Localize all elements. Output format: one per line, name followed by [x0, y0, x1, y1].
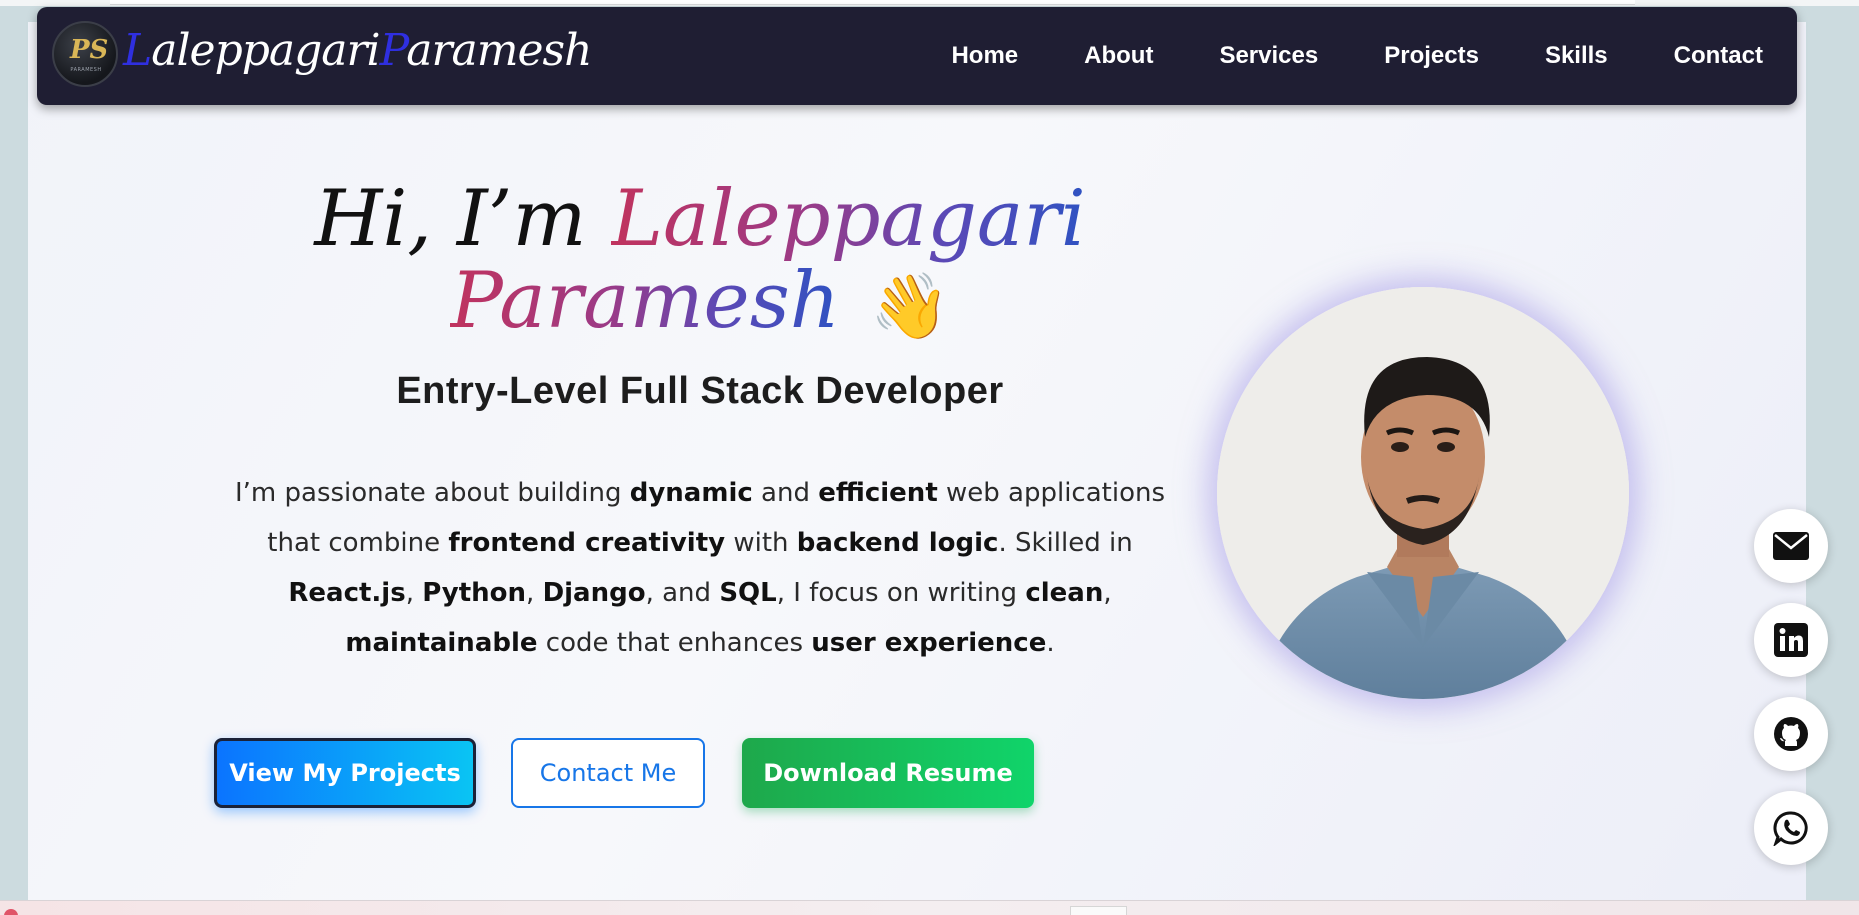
contact-me-button[interactable]: Contact Me — [511, 738, 705, 808]
linkedin-icon — [1774, 623, 1808, 657]
wave-emoji-icon: 👋 — [869, 269, 950, 344]
bio-highlight: clean — [1025, 578, 1104, 608]
brand-name[interactable]: LaleppagariParamesh — [123, 25, 593, 76]
nav-contact[interactable]: Contact — [1674, 42, 1763, 70]
bio-highlight: Django — [542, 578, 646, 608]
profile-photo — [1217, 287, 1629, 699]
hero-role: Entry-Level Full Stack Developer — [396, 370, 1004, 412]
bio-text: code that enhances — [537, 628, 812, 658]
nav-about[interactable]: About — [1084, 42, 1153, 70]
hero-name-first: Laleppagari — [611, 174, 1086, 264]
profile-portrait — [1217, 287, 1629, 699]
email-icon — [1773, 532, 1809, 560]
whatsapp-button[interactable] — [1754, 791, 1828, 865]
hero-greeting: Hi, I’m — [314, 174, 587, 264]
bio-highlight: SQL — [719, 578, 777, 608]
bio-text: , — [405, 578, 423, 608]
bio-highlight: React.js — [288, 578, 406, 608]
brand-first-name: Laleppagari — [123, 25, 381, 76]
nav-projects[interactable]: Projects — [1384, 42, 1479, 70]
bio-highlight: Python — [422, 578, 527, 608]
navbar: PS PARAMESH LaleppagariParamesh Home Abo… — [37, 7, 1797, 105]
bio-text: , and — [645, 578, 720, 608]
logo-monogram: PS — [70, 35, 109, 65]
nav-skills[interactable]: Skills — [1545, 42, 1608, 70]
bio-highlight: efficient — [818, 478, 938, 508]
browser-top-strip — [0, 0, 1859, 6]
whatsapp-icon — [1773, 811, 1808, 846]
download-resume-button[interactable]: Download Resume — [742, 738, 1034, 808]
bio-text: . Skilled in — [998, 528, 1133, 558]
bio-highlight: dynamic — [629, 478, 753, 508]
bio-text: I’m passionate about building — [234, 478, 630, 508]
bio-text: , — [1103, 578, 1112, 608]
hero-bio: I’m passionate about building dynamic an… — [205, 468, 1195, 668]
bio-highlight: maintainable — [345, 628, 538, 658]
bio-text: with — [725, 528, 797, 558]
bio-highlight: backend logic — [796, 528, 999, 558]
browser-bottom-strip — [0, 900, 1859, 915]
github-icon — [1774, 717, 1808, 751]
logo[interactable]: PS PARAMESH — [52, 21, 118, 87]
github-button[interactable] — [1754, 697, 1828, 771]
taskbar-tab — [1070, 906, 1127, 915]
bio-text: and — [752, 478, 819, 508]
nav-links: Home About Services Projects Skills Cont… — [885, 7, 1763, 105]
brand-last-name: Paramesh — [379, 25, 593, 76]
bio-text: , — [526, 578, 543, 608]
bio-text: , I focus on writing — [776, 578, 1026, 608]
bio-text: . — [1046, 628, 1055, 658]
view-projects-button[interactable]: View My Projects — [214, 738, 476, 808]
linkedin-button[interactable] — [1754, 603, 1828, 677]
logo-subtext: PARAMESH — [70, 67, 102, 73]
email-button[interactable] — [1754, 509, 1828, 583]
hero-name-last: Paramesh — [450, 256, 840, 346]
nav-services[interactable]: Services — [1219, 42, 1318, 70]
browser-top-line — [110, 0, 1635, 5]
nav-home[interactable]: Home — [951, 42, 1018, 70]
bio-highlight: frontend creativity — [448, 528, 726, 558]
hero-title: Hi, I’m Laleppagari Paramesh 👋 — [300, 178, 1100, 348]
bio-highlight: user experience — [811, 628, 1047, 658]
taskbar-app-icon — [4, 909, 18, 915]
